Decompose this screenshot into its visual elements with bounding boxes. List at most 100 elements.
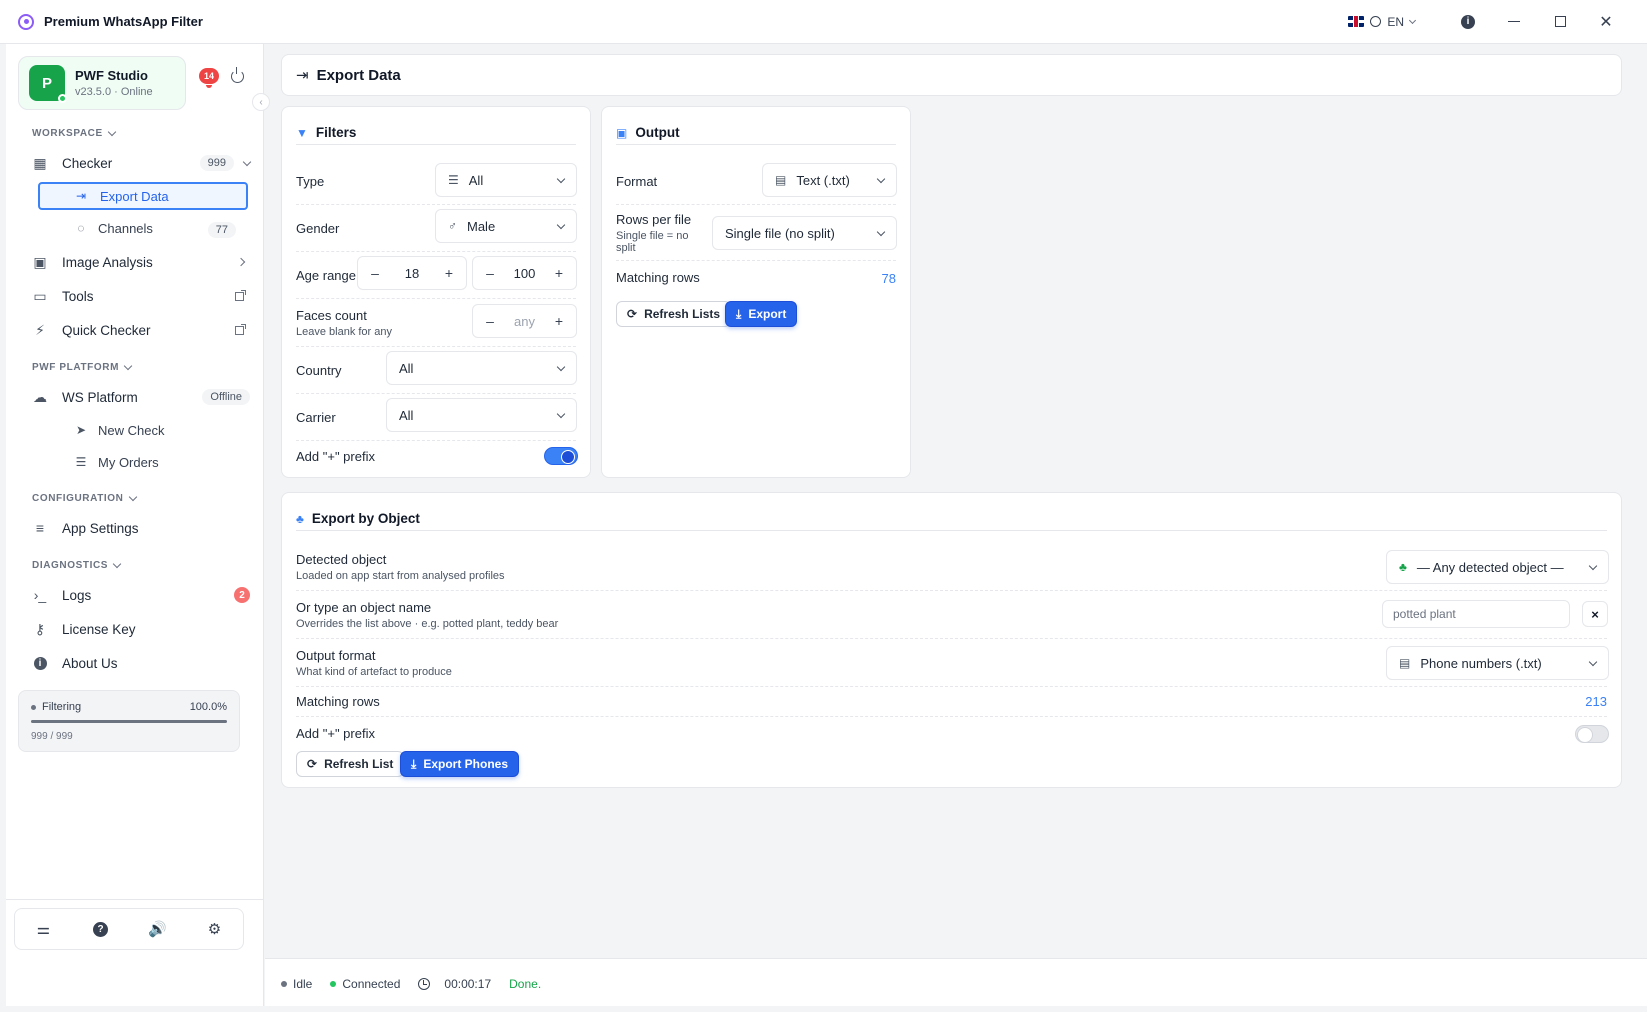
sidebar-item-channels[interactable]: ◌ Channels 77 xyxy=(38,214,248,242)
carrier-select[interactable]: All xyxy=(386,398,577,432)
avatar-initial: P xyxy=(41,74,52,92)
sidebar-item-logs[interactable]: ›_ Logs 2 xyxy=(32,580,250,610)
sliders-icon[interactable]: ⚌ xyxy=(35,920,53,938)
info-circle-icon: i xyxy=(32,655,48,671)
save-icon: ▣ xyxy=(616,125,628,140)
platform-status-badge: Offline xyxy=(202,389,250,405)
refresh-lists-button[interactable]: ⟳ Refresh Lists xyxy=(616,301,732,327)
power-icon[interactable] xyxy=(231,67,244,83)
detected-object-select[interactable]: ♣ — Any detected object — xyxy=(1386,550,1609,584)
volume-icon[interactable]: 🔊 xyxy=(148,920,167,938)
profile-card[interactable]: P PWF Studio v23.5.0 · Online xyxy=(18,56,186,110)
sidebar-item-image-analysis[interactable]: ▣ Image Analysis xyxy=(32,247,250,277)
avatar: P xyxy=(29,65,67,103)
section-workspace[interactable]: WORKSPACE xyxy=(32,127,117,139)
help-icon[interactable]: ? xyxy=(92,920,110,938)
minimize-icon xyxy=(1508,20,1520,23)
faces-count-hint: Leave blank for any xyxy=(296,325,393,338)
gender-value: Male xyxy=(467,218,496,234)
sidebar-footer: ⚌ ? 🔊 ⚙ xyxy=(6,899,264,1006)
sidebar-item-license-key[interactable]: ⚷ License Key xyxy=(32,614,250,644)
rows-per-file-select[interactable]: Single file (no split) xyxy=(712,216,897,250)
chevron-down-icon xyxy=(112,559,122,569)
age-max-value[interactable]: 100 xyxy=(514,266,536,281)
status-message: Done. xyxy=(509,976,542,991)
chevron-down-icon xyxy=(242,157,252,166)
object-add-prefix-toggle[interactable] xyxy=(1575,725,1609,743)
age-min-decrement[interactable]: – xyxy=(368,265,382,281)
age-min-value[interactable]: 18 xyxy=(405,266,419,281)
minimize-button[interactable] xyxy=(1491,0,1537,44)
section-pwf-platform[interactable]: PWF PLATFORM xyxy=(32,361,133,373)
sidebar-item-label: Channels xyxy=(98,220,153,236)
refresh-icon: ⟳ xyxy=(627,307,638,321)
sidebar-item-new-check[interactable]: ➤ New Check xyxy=(38,416,248,444)
refresh-list-button[interactable]: ⟳ Refresh List xyxy=(296,751,405,777)
export-by-object-title: ♣ Export by Object xyxy=(296,507,1607,531)
online-indicator xyxy=(58,94,67,103)
chevron-down-icon xyxy=(107,127,117,137)
key-icon: ⚷ xyxy=(34,620,46,637)
close-button[interactable]: ✕ xyxy=(1583,0,1629,44)
button-label: Export Phones xyxy=(423,757,508,771)
output-format-label: Output format xyxy=(296,647,376,663)
channels-count-badge: 77 xyxy=(207,221,236,238)
age-min-stepper[interactable]: – 18 + xyxy=(357,256,467,290)
sidebar-item-quick-checker[interactable]: ⚡ Quick Checker xyxy=(32,315,250,345)
export-phones-button[interactable]: ⤓ Export Phones xyxy=(400,751,519,777)
age-max-decrement[interactable]: – xyxy=(483,265,497,281)
age-max-increment[interactable]: + xyxy=(552,265,566,281)
card-title-text: Filters xyxy=(315,125,357,140)
sidebar-item-checker[interactable]: ▦ Checker 999 xyxy=(32,148,252,178)
type-select[interactable]: ☰ All xyxy=(435,163,577,197)
section-configuration[interactable]: CONFIGURATION xyxy=(32,492,137,504)
sidebar-item-ws-platform[interactable]: ☁ WS Platform Offline xyxy=(32,382,250,412)
info-button[interactable]: i xyxy=(1445,0,1491,44)
sidebar-item-app-settings[interactable]: ≡ App Settings xyxy=(32,513,250,543)
output-format-select[interactable]: ▤ Phone numbers (.txt) xyxy=(1386,646,1609,680)
close-icon: ✕ xyxy=(1599,13,1613,31)
sidebar-item-label: About Us xyxy=(62,655,118,671)
matching-rows-value: 78 xyxy=(881,271,896,286)
gear-icon[interactable]: ⚙ xyxy=(206,920,224,938)
terminal-icon: ›_ xyxy=(33,587,47,603)
export-button[interactable]: ⤓ Export xyxy=(725,301,798,327)
add-prefix-toggle[interactable] xyxy=(544,447,578,465)
export-by-object-card: ♣ Export by Object Detected object Loaded… xyxy=(281,492,1622,788)
sidebar-item-label: New Check xyxy=(98,422,165,438)
sidebar-item-export-data[interactable]: ⇥ Export Data xyxy=(38,182,248,210)
object-name-input[interactable]: potted plant xyxy=(1382,600,1570,628)
profile-name: PWF Studio xyxy=(75,68,148,83)
age-min-increment[interactable]: + xyxy=(442,265,456,281)
section-diagnostics[interactable]: DIAGNOSTICS xyxy=(32,559,122,571)
sidebar-item-label: Image Analysis xyxy=(62,254,153,270)
button-label: Refresh List xyxy=(324,757,394,771)
faces-decrement[interactable]: – xyxy=(483,313,497,329)
chevron-down-icon xyxy=(556,174,566,183)
chevron-down-icon xyxy=(1408,16,1417,24)
object-add-prefix-row: Add "+" prefix xyxy=(296,717,1607,749)
age-max-stepper[interactable]: – 100 + xyxy=(472,256,577,290)
notification-badge[interactable]: 14 xyxy=(199,68,219,88)
language-selector[interactable]: EN xyxy=(1348,15,1417,29)
maximize-button[interactable] xyxy=(1537,0,1583,44)
faces-increment[interactable]: + xyxy=(552,313,566,329)
faces-count-stepper[interactable]: – any + xyxy=(472,304,577,338)
filtering-progress-card: Filtering 100.0% 999 / 999 xyxy=(18,690,240,752)
country-select[interactable]: All xyxy=(386,351,577,385)
carrier-label: Carrier xyxy=(296,409,336,425)
chevron-down-icon xyxy=(1588,657,1598,666)
clear-object-name-button[interactable]: × xyxy=(1582,601,1608,627)
sidebar-item-tools[interactable]: ▭ Tools xyxy=(32,281,250,311)
checker-count-badge: 999 xyxy=(199,155,234,171)
logs-count-badge: 2 xyxy=(234,587,250,603)
chevron-down-icon xyxy=(1588,561,1598,570)
gender-select[interactable]: ♂ Male xyxy=(435,209,577,243)
detected-object-value: — Any detected object — xyxy=(1416,559,1564,575)
faces-count-input[interactable]: any xyxy=(514,314,535,329)
sidebar-item-about-us[interactable]: i About Us xyxy=(32,648,250,678)
idle-dot-icon xyxy=(281,980,287,987)
format-select[interactable]: ▤ Text (.txt) xyxy=(762,163,897,197)
rows-per-file-value: Single file (no split) xyxy=(725,225,835,241)
sidebar-item-my-orders[interactable]: ☰ My Orders xyxy=(38,448,248,476)
